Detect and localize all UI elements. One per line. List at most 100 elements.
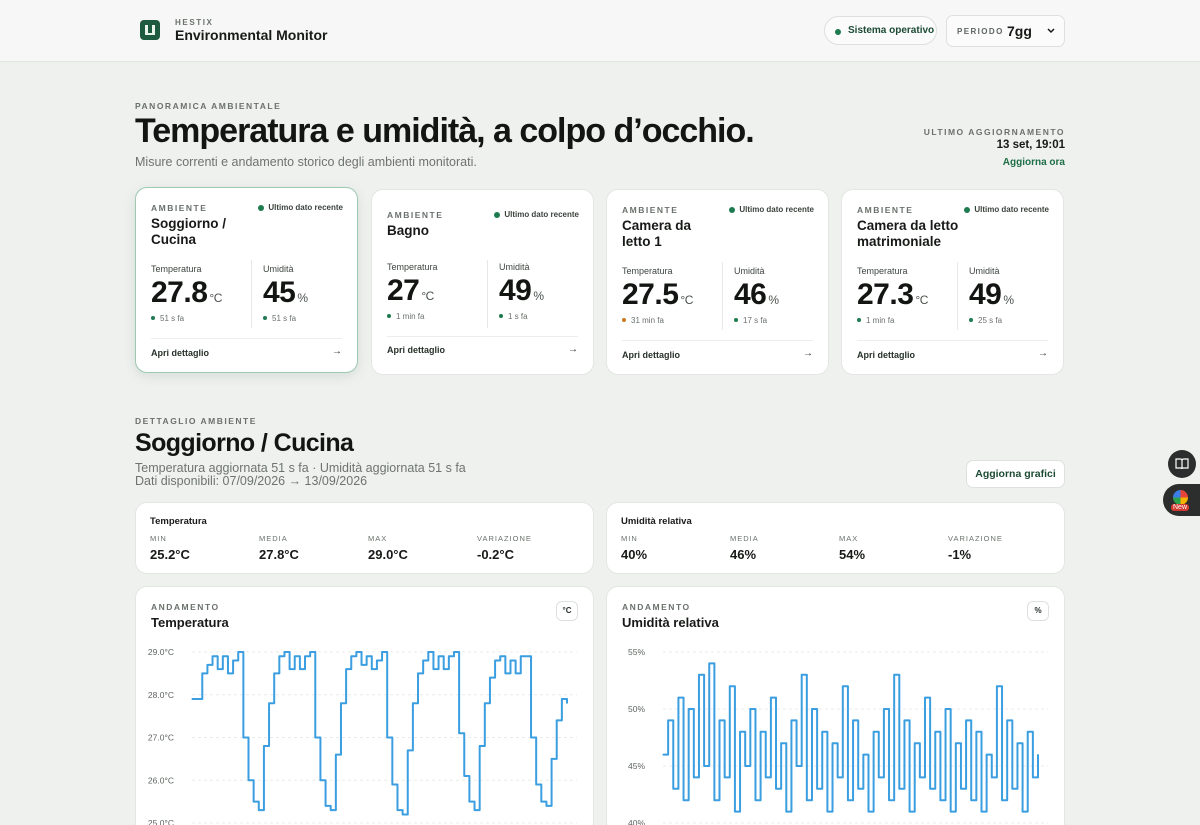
data-point (703, 765, 705, 767)
chart-title: Temperatura (151, 615, 229, 630)
data-point (278, 655, 280, 657)
humidity-label: Umidità (969, 266, 1000, 276)
data-point (345, 668, 347, 670)
room-card-bagno[interactable]: AMBIENTE Ultimo dato recente Bagno Tempe… (371, 189, 594, 375)
room-kicker: AMBIENTE (857, 205, 914, 215)
refresh-charts-button[interactable]: Aggiorna grafici (966, 460, 1065, 488)
data-point (499, 655, 501, 657)
data-point (939, 799, 941, 801)
temperature-age: 51 s fa (151, 314, 184, 323)
data-point (314, 736, 316, 739)
divider (387, 336, 578, 337)
app-title: Environmental Monitor (175, 27, 328, 43)
page-title: Temperatura e umidità, a colpo d’occhio. (135, 112, 755, 150)
data-point (883, 708, 885, 710)
humidity-label: Umidità (734, 266, 765, 276)
data-point (867, 811, 870, 813)
data-point (417, 672, 419, 674)
arrow-right-icon[interactable]: → (1038, 348, 1048, 359)
temperature-age: 1 min fa (387, 312, 424, 321)
data-point (919, 776, 921, 778)
data-point (253, 801, 255, 803)
room-card-camera-matrimoniale[interactable]: AMBIENTE Ultimo dato recente Camera da l… (841, 189, 1064, 375)
chart-kicker: ANDAMENTO (622, 602, 691, 612)
data-point (340, 702, 342, 704)
stats-title: Umidità relativa (621, 516, 692, 527)
temperature-chart: 29.0°C 28.0°C 27.0°C 26.0°C 25.0°C (148, 647, 577, 825)
data-point (724, 776, 726, 778)
detail-update-info: Temperatura aggiornata 51 s fa · Umidità… (135, 461, 466, 475)
series-line (192, 651, 568, 816)
data-point (903, 719, 906, 721)
y-tick-label: 25.0°C (148, 818, 174, 825)
data-point (847, 799, 849, 801)
unit-toggle[interactable]: °C (556, 601, 578, 621)
data-point (975, 731, 977, 733)
last-update-value: 13 set, 19:01 (996, 139, 1065, 151)
y-tick-label: 27.0°C (148, 733, 174, 743)
refresh-now-link[interactable]: Aggiorna ora (1003, 157, 1065, 168)
stat-variation: VARIAZIONE -0.2°C (477, 534, 532, 562)
room-card-camera-1[interactable]: AMBIENTE Ultimo dato recente Camera da l… (606, 189, 829, 375)
data-point (929, 788, 931, 790)
data-point (263, 745, 265, 747)
data-point (376, 659, 378, 662)
data-point (960, 788, 962, 790)
room-kicker: AMBIENTE (151, 203, 208, 213)
data-point (1032, 776, 1034, 778)
data-point (299, 668, 301, 670)
data-point (852, 719, 854, 721)
data-point (530, 736, 532, 739)
chart-title: Umidità relativa (622, 615, 719, 630)
temperature-label: Temperatura (387, 262, 438, 272)
data-point (422, 659, 424, 662)
data-point (509, 659, 512, 662)
data-point (785, 811, 787, 813)
data-point (1021, 811, 1024, 813)
open-detail-link[interactable]: Apri dettaglio (857, 350, 915, 360)
data-point (391, 783, 393, 786)
detail-data-range: Dati disponibili: 07/09/2026 → 13/09/202… (135, 474, 368, 488)
room-card-soggiorno[interactable]: AMBIENTE Ultimo dato recente Soggiorno /… (135, 187, 358, 373)
divider (722, 262, 723, 330)
data-point (914, 742, 916, 744)
period-select[interactable]: PERIODO 7gg (946, 15, 1065, 47)
data-point (283, 651, 286, 653)
humidity-label: Umidità (263, 264, 294, 274)
data-point (268, 702, 270, 704)
open-detail-link[interactable]: Apri dettaglio (151, 348, 209, 358)
humidity-value: 46% (734, 278, 779, 311)
data-point (350, 655, 352, 657)
recent-data-badge: Ultimo dato recente (729, 205, 814, 214)
data-point (672, 788, 674, 790)
data-point (878, 776, 880, 778)
stat-avg: MEDIA 46% (730, 534, 759, 562)
data-point (443, 668, 445, 670)
extension-button[interactable]: New (1163, 484, 1200, 516)
arrow-right-icon[interactable]: → (803, 348, 813, 359)
data-point (427, 651, 429, 653)
stat-min: MIN 25.2°C (150, 534, 190, 562)
stat-variation: VARIAZIONE -1% (948, 534, 1003, 562)
data-point (453, 651, 455, 653)
data-point (898, 788, 900, 790)
data-point (842, 685, 844, 687)
arrow-right-icon[interactable]: → (568, 344, 578, 355)
open-detail-link[interactable]: Apri dettaglio (387, 345, 445, 355)
reader-button[interactable] (1168, 450, 1196, 478)
room-kicker: AMBIENTE (622, 205, 679, 215)
arrow-right-icon[interactable]: → (332, 346, 342, 357)
open-detail-link[interactable]: Apri dettaglio (622, 350, 680, 360)
room-name: Soggiorno / Cucina (151, 216, 226, 247)
recent-data-badge: Ultimo dato recente (258, 203, 343, 212)
period-label: PERIODO (957, 27, 1004, 36)
y-tick-label: 45% (628, 761, 645, 771)
data-point (795, 765, 798, 767)
temperature-age: 31 min fa (622, 316, 664, 325)
chevron-down-icon (1047, 28, 1055, 34)
data-point (412, 702, 414, 704)
recent-data-badge: Ultimo dato recente (494, 210, 579, 219)
data-point (448, 655, 450, 657)
data-point (566, 702, 568, 704)
unit-toggle[interactable]: % (1027, 601, 1049, 621)
